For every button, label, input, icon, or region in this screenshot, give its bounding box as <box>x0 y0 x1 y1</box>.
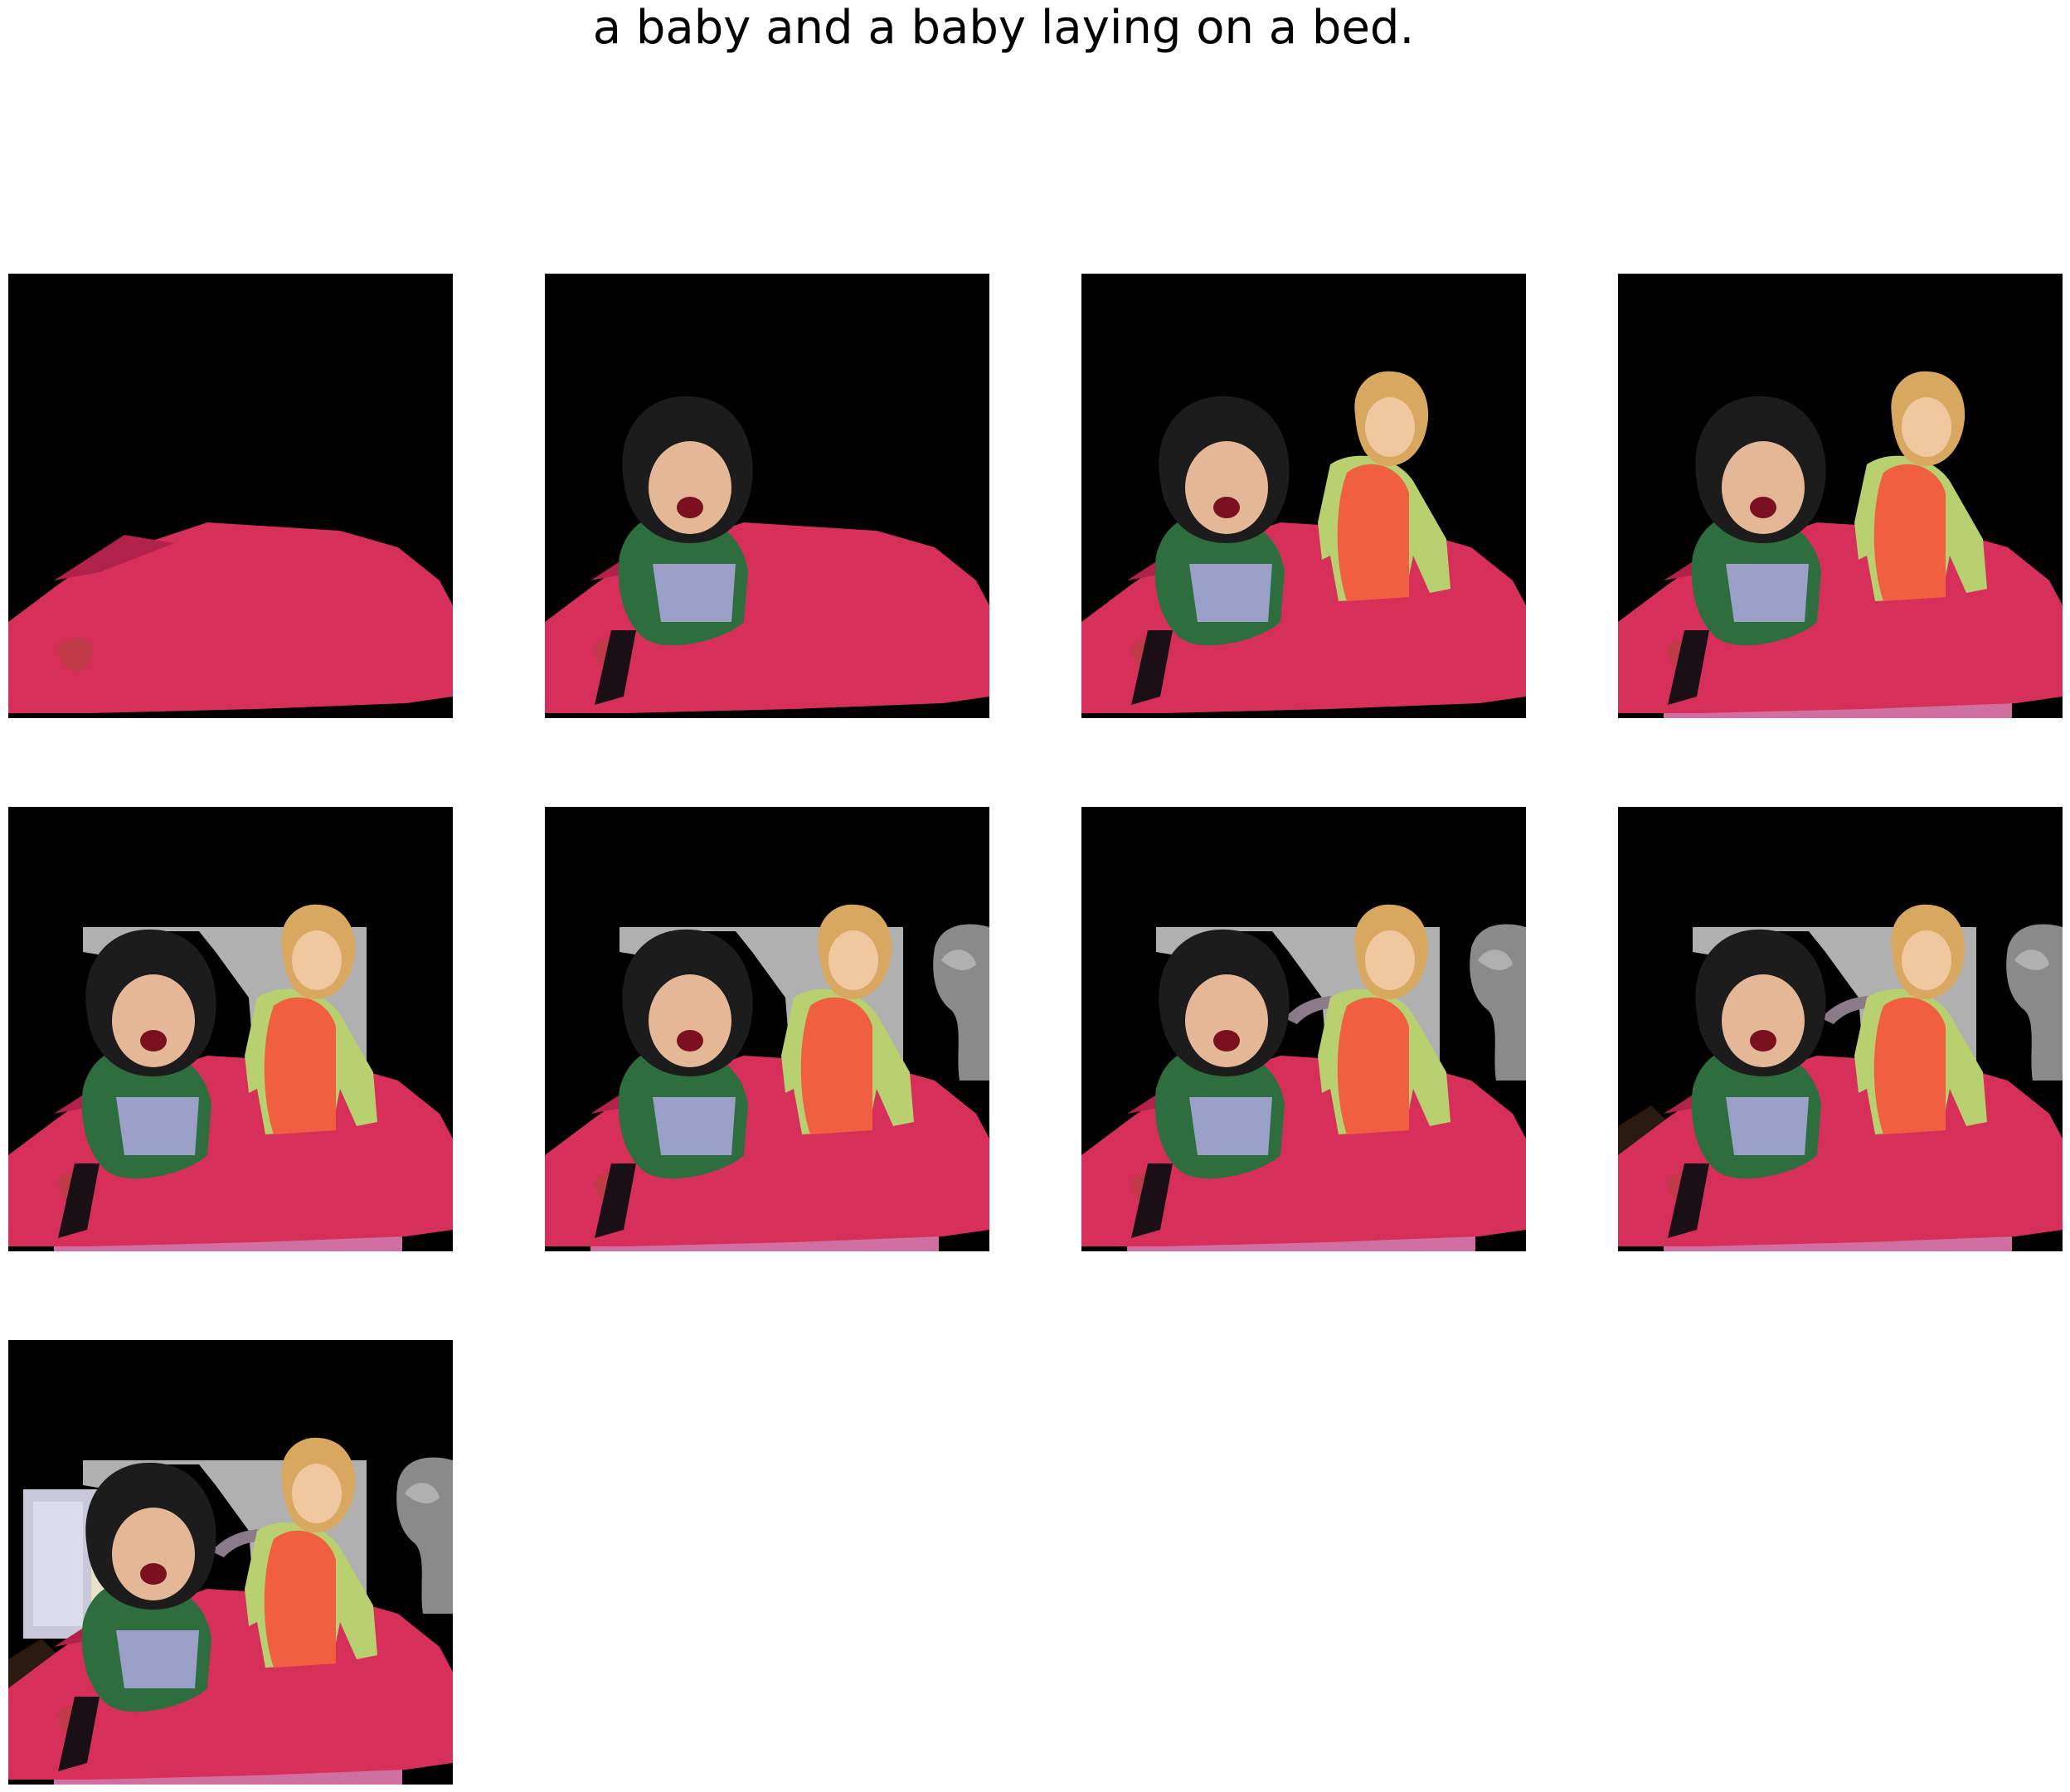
segment-image <box>8 1340 453 1785</box>
segment-panel-1 <box>8 274 453 718</box>
segment-image <box>1618 274 2063 718</box>
segment-panel-2 <box>545 274 989 718</box>
segment-image <box>545 807 989 1251</box>
segment-image <box>1081 274 1526 718</box>
segment-panel-5 <box>8 807 453 1251</box>
segment-panel-7 <box>1081 807 1526 1251</box>
segment-image <box>1618 807 2063 1251</box>
segment-image <box>1081 807 1526 1251</box>
segment-panel-8 <box>1618 807 2063 1251</box>
segment-panel-6 <box>545 807 989 1251</box>
segment-image <box>545 274 989 718</box>
segment-panel-9 <box>8 1340 453 1785</box>
segment-image <box>8 274 453 718</box>
segment-panel-4 <box>1618 274 2063 718</box>
segment-panel-3 <box>1081 274 1526 718</box>
figure-caption: a baby and a baby laying on a bed. <box>592 1 1415 55</box>
segment-image <box>8 807 453 1251</box>
